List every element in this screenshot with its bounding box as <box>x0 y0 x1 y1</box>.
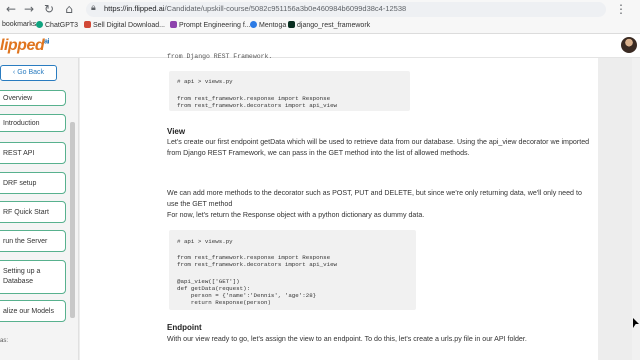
view-paragraph: Let's create our first endpoint getData … <box>167 138 590 157</box>
bookmark-item[interactable]: Mentoga <box>250 21 286 29</box>
course-sidebar: ‹ Go Back Overview Introduction REST API… <box>0 58 79 360</box>
sidebar-item-database[interactable]: Setting up a Database <box>0 260 66 294</box>
bookmark-item[interactable]: ChatGPT3 <box>36 21 78 29</box>
bookmark-icon <box>84 21 91 28</box>
reload-icon[interactable]: ↻ <box>42 2 56 16</box>
section-heading-endpoint: Endpoint <box>167 323 202 332</box>
app-header: lippedai <box>0 34 640 58</box>
browser-address-bar: ← → ↻ ⌂ 🔒︎ https://in.flipped.ai/Candida… <box>0 0 640 20</box>
sidebar-item-models[interactable]: alize our Models <box>0 300 66 322</box>
code-block-imports: # api > views.py from rest_framework.res… <box>169 71 410 111</box>
cut-off-text: from Django REST Framework. <box>167 53 273 60</box>
sidebar-item-introduction[interactable]: Introduction <box>0 114 66 132</box>
sidebar-scrollbar[interactable] <box>70 122 75 318</box>
chatgpt-icon <box>36 21 43 28</box>
sidebar-item-drf-setup[interactable]: DRF setup <box>0 172 66 194</box>
response-paragraph: For now, let's return the Response objec… <box>167 211 425 219</box>
sidebar-item-run-server[interactable]: run the Server <box>0 230 66 252</box>
code-block-view: # api > views.py from rest_framework.res… <box>169 230 416 310</box>
bookmark-item[interactable]: Prompt Engineering f... <box>170 21 251 29</box>
methods-paragraph: We can add more methods to the decorator… <box>167 189 582 208</box>
sidebar-item-rest-api[interactable]: REST API <box>0 142 66 164</box>
url-host: https://in.flipped.ai <box>104 4 165 13</box>
section-heading-view: View <box>167 127 186 136</box>
url-text: https://in.flipped.ai/Candidate/upskill-… <box>104 4 406 13</box>
avatar[interactable] <box>621 37 637 53</box>
menu-icon[interactable]: ⋮ <box>614 2 628 16</box>
url-field[interactable]: 🔒︎ https://in.flipped.ai/Candidate/upski… <box>86 2 606 17</box>
bookmarks-bar: bookmarks... ChatGPT3 Sell Digital Downl… <box>0 19 640 34</box>
back-arrow-icon[interactable]: ← <box>4 2 18 16</box>
lock-icon: 🔒︎ <box>91 3 96 13</box>
url-path: /Candidate/upskill-course/5082c951156a3b… <box>164 4 407 13</box>
bookmark-icon <box>250 21 257 28</box>
bookmark-icon <box>288 21 295 28</box>
bookmark-item[interactable]: Sell Digital Download... <box>84 21 165 29</box>
home-icon[interactable]: ⌂ <box>62 2 76 16</box>
forward-arrow-icon[interactable]: → <box>22 2 36 16</box>
bookmark-icon <box>170 21 177 28</box>
sidebar-item-overview[interactable]: Overview <box>0 90 66 106</box>
go-back-button[interactable]: ‹ Go Back <box>0 65 57 81</box>
bookmark-item[interactable]: django_rest_framework <box>288 21 370 29</box>
sidebar-footer: as: <box>0 338 9 344</box>
page-scrollbar[interactable] <box>632 58 640 360</box>
endpoint-paragraph: With our view ready to go, let's assign … <box>167 335 527 343</box>
sidebar-item-drf-quick-start[interactable]: RF Quick Start <box>0 201 66 223</box>
brand-logo[interactable]: lippedai <box>0 37 49 55</box>
